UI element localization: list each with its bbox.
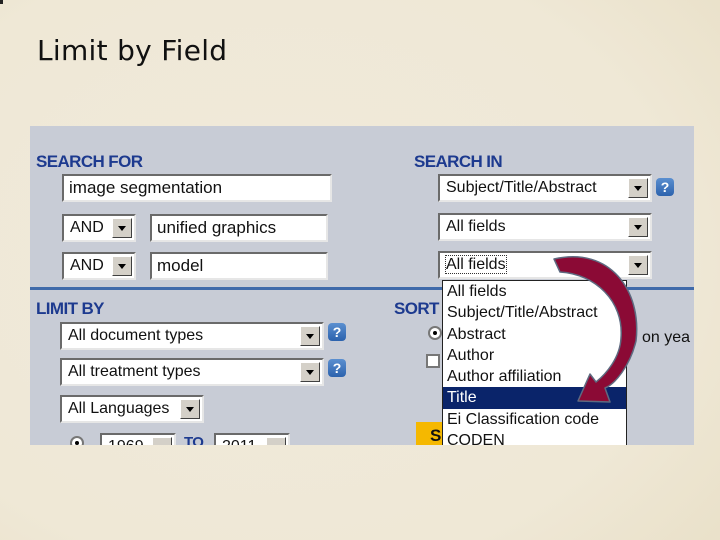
curved-arrow-annotation (553, 256, 638, 403)
slide-title: Limit by Field (37, 34, 228, 67)
search-form-screenshot: SEARCH FOR image segmentation AND unifie… (30, 126, 694, 445)
corner-mark (0, 0, 3, 4)
curved-arrow-icon (553, 256, 638, 403)
